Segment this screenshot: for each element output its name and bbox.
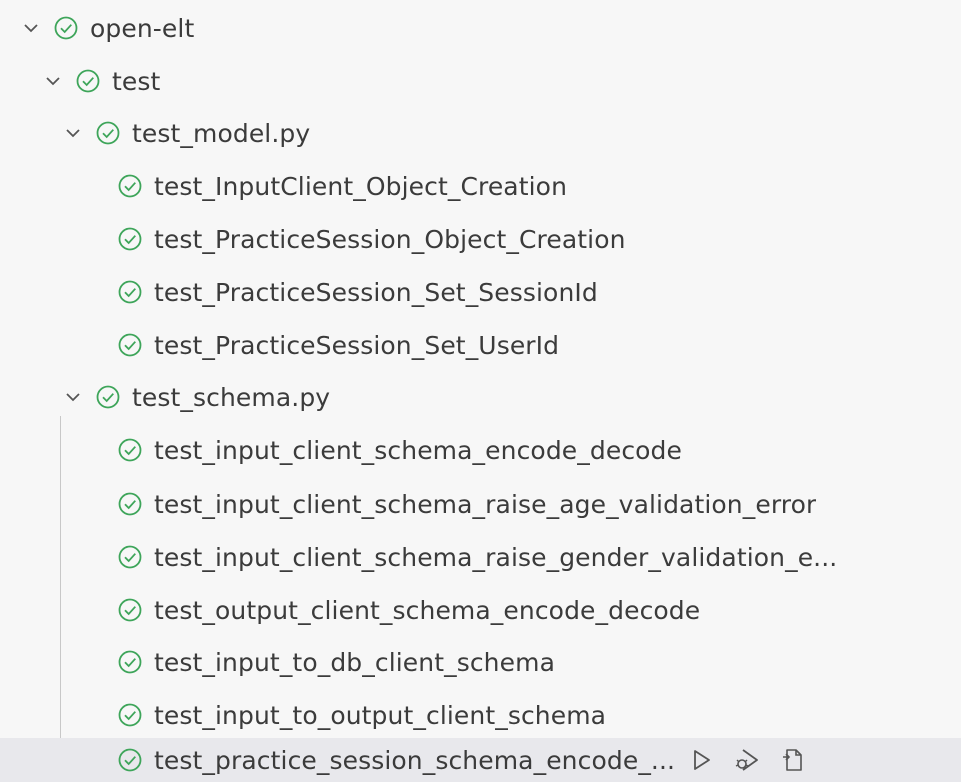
test-item-label: test_output_client_schema_encode_decode bbox=[154, 595, 701, 625]
tree-item-test-folder[interactable]: test bbox=[0, 55, 961, 107]
test-item-label: test_practice_session_schema_encode_... bbox=[154, 745, 676, 775]
pass-circle-icon bbox=[52, 14, 80, 42]
test-item-hovered[interactable]: test_practice_session_schema_encode_... bbox=[0, 738, 961, 782]
test-item[interactable]: test_input_client_schema_encode_decode bbox=[0, 424, 961, 476]
test-item[interactable]: test_PracticeSession_Object_Creation bbox=[0, 213, 961, 265]
test-explorer-tree: open-elt test test_model.py test_InputCl… bbox=[0, 0, 961, 782]
test-item-label: test_input_to_db_client_schema bbox=[154, 647, 555, 677]
test-item[interactable]: test_input_client_schema_raise_gender_va… bbox=[0, 531, 961, 583]
pass-circle-icon bbox=[94, 383, 122, 411]
test-item[interactable]: test_PracticeSession_Set_SessionId bbox=[0, 266, 961, 318]
pass-circle-icon bbox=[116, 490, 144, 518]
pass-circle-icon bbox=[116, 701, 144, 729]
test-item[interactable]: test_input_to_db_client_schema bbox=[0, 636, 961, 688]
tree-item-label: test_schema.py bbox=[132, 382, 331, 412]
test-item-label: test_InputClient_Object_Creation bbox=[154, 171, 568, 201]
tree-item-test-model-py[interactable]: test_model.py bbox=[0, 107, 961, 159]
tree-item-test-schema-py[interactable]: test_schema.py bbox=[0, 371, 961, 423]
pass-circle-icon bbox=[94, 119, 122, 147]
test-item[interactable]: test_output_client_schema_encode_decode bbox=[0, 584, 961, 636]
tree-item-label: test bbox=[112, 66, 161, 96]
pass-circle-icon bbox=[116, 746, 144, 774]
pass-circle-icon bbox=[116, 331, 144, 359]
test-item-label: test_PracticeSession_Set_UserId bbox=[154, 330, 560, 360]
tree-item-label: test_model.py bbox=[132, 118, 311, 148]
pass-circle-icon bbox=[116, 648, 144, 676]
test-item[interactable]: test_InputClient_Object_Creation bbox=[0, 160, 961, 212]
pass-circle-icon bbox=[74, 67, 102, 95]
tree-item-label: open-elt bbox=[90, 13, 195, 43]
test-item[interactable]: test_input_to_output_client_schema bbox=[0, 689, 961, 741]
test-item-label: test_PracticeSession_Object_Creation bbox=[154, 224, 626, 254]
pass-circle-icon bbox=[116, 172, 144, 200]
pass-circle-icon bbox=[116, 225, 144, 253]
chevron-down-icon[interactable] bbox=[42, 70, 64, 92]
pass-circle-icon bbox=[116, 596, 144, 624]
chevron-down-icon[interactable] bbox=[20, 17, 42, 39]
debug-test-icon[interactable] bbox=[731, 744, 763, 776]
chevron-down-icon[interactable] bbox=[62, 122, 84, 144]
chevron-down-icon[interactable] bbox=[62, 386, 84, 408]
test-item[interactable]: test_PracticeSession_Set_UserId bbox=[0, 319, 961, 371]
test-item-label: test_PracticeSession_Set_SessionId bbox=[154, 277, 598, 307]
go-to-test-icon[interactable] bbox=[777, 744, 809, 776]
pass-circle-icon bbox=[116, 543, 144, 571]
test-item-label: test_input_to_output_client_schema bbox=[154, 700, 607, 730]
row-actions bbox=[685, 744, 809, 776]
tree-item-open-elt[interactable]: open-elt bbox=[0, 2, 961, 54]
test-item-label: test_input_client_schema_encode_decode bbox=[154, 435, 683, 465]
test-item[interactable]: test_input_client_schema_raise_age_valid… bbox=[0, 478, 961, 530]
pass-circle-icon bbox=[116, 278, 144, 306]
test-item-label: test_input_client_schema_raise_gender_va… bbox=[154, 542, 838, 572]
run-test-icon[interactable] bbox=[685, 744, 717, 776]
test-item-label: test_input_client_schema_raise_age_valid… bbox=[154, 489, 817, 519]
pass-circle-icon bbox=[116, 436, 144, 464]
